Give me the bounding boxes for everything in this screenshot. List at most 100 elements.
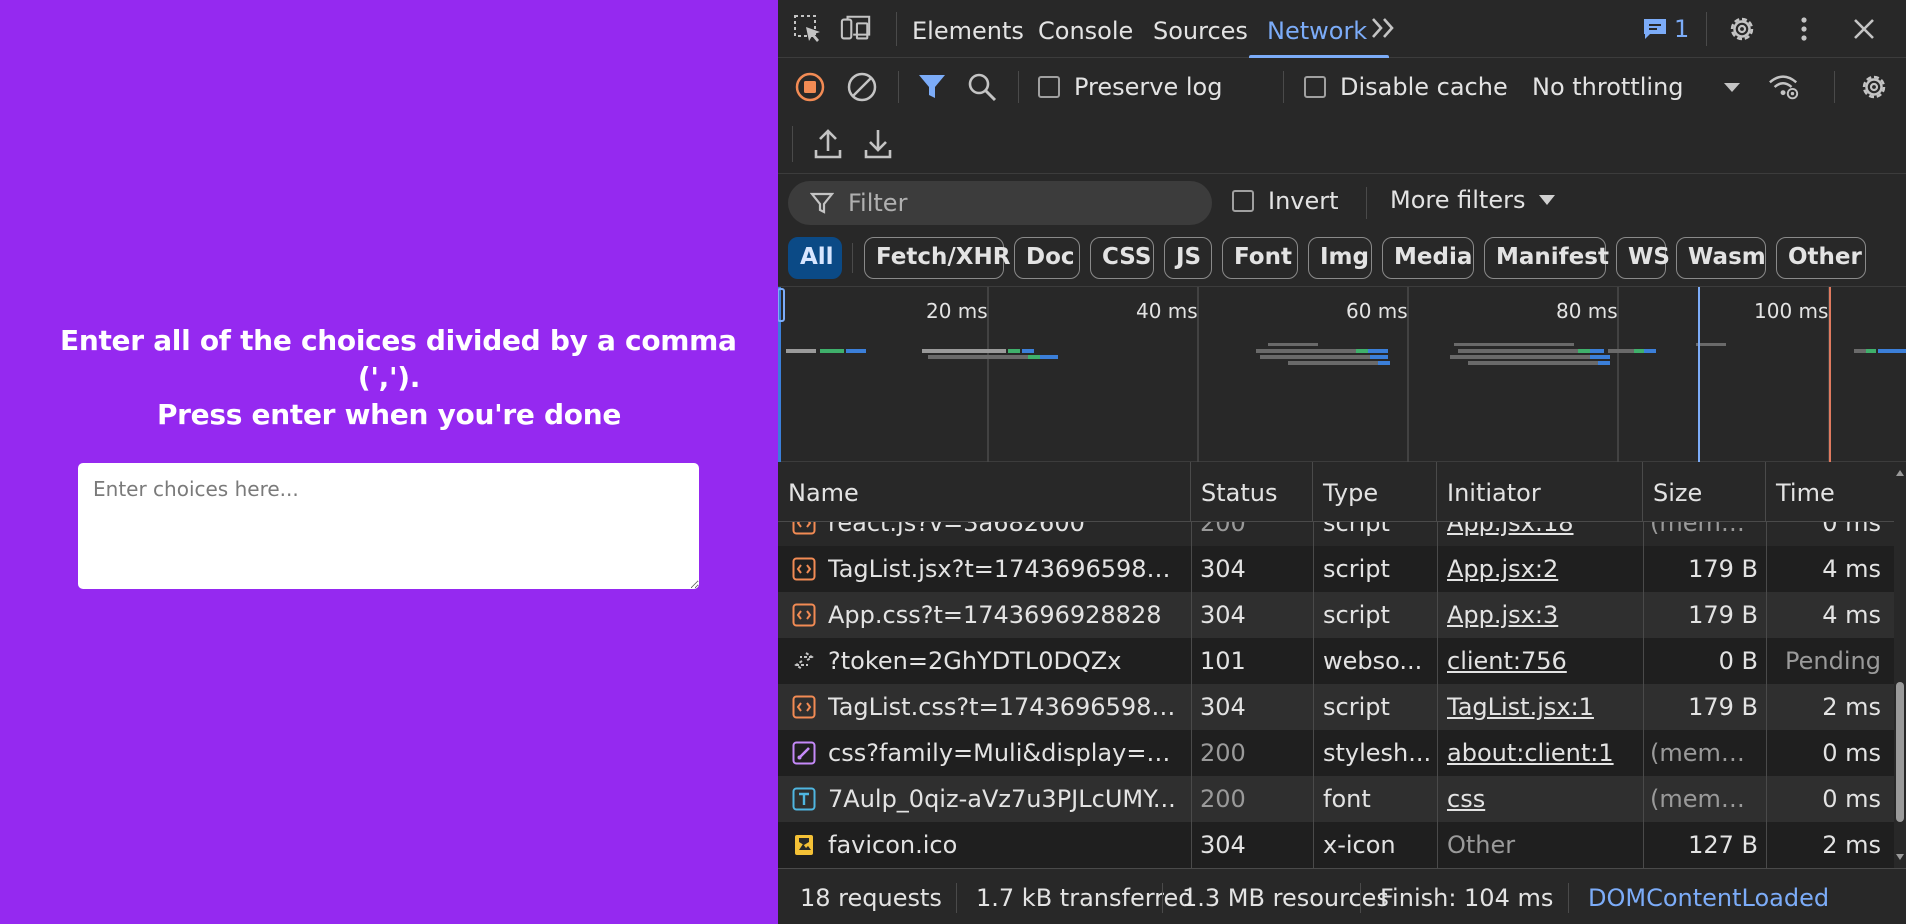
filter-bar: Filter Invert More filters: [778, 175, 1906, 231]
filter-input-funnel-icon: [810, 191, 834, 215]
table-row[interactable]: favicon.ico 304 x-icon Other 127 B 2 ms: [778, 822, 1906, 868]
network-overview-timeline[interactable]: 20 ms 40 ms 60 ms 80 ms 100 ms: [778, 286, 1906, 463]
invert-box[interactable]: [1232, 190, 1254, 212]
chip-ws[interactable]: WS: [1616, 237, 1670, 279]
heading-line-3: Press enter when you're done: [156, 398, 622, 431]
request-time: 0 ms: [1822, 739, 1881, 767]
more-options-kebab-icon[interactable]: [1788, 13, 1820, 45]
request-initiator: Other: [1447, 831, 1516, 859]
table-row[interactable]: TagList.css?t=1743696598658 304 script T…: [778, 684, 1906, 730]
issues-counter[interactable]: 1: [1642, 14, 1689, 44]
clear-log-icon[interactable]: [846, 71, 878, 103]
table-row[interactable]: App.css?t=1743696928828 304 script App.j…: [778, 592, 1906, 638]
network-toolbar-secondary: [778, 116, 1906, 174]
column-header-status[interactable]: Status: [1191, 462, 1313, 522]
request-status: 200: [1200, 785, 1246, 813]
network-summary-bar: 18 requests 1.7 kB transferred 1.3 MB re…: [778, 868, 1906, 924]
scrollbar-thumb[interactable]: [1896, 682, 1904, 822]
chip-other[interactable]: Other: [1776, 237, 1866, 279]
request-size: 127 B: [1688, 831, 1758, 859]
tick-60ms: 60 ms: [1346, 299, 1408, 323]
column-divider[interactable]: [1643, 462, 1644, 868]
app-page: Enter all of the choices divided by a co…: [0, 0, 778, 924]
close-devtools-icon[interactable]: [1848, 13, 1880, 45]
more-filters-dropdown[interactable]: More filters: [1390, 186, 1556, 214]
request-name: favicon.ico: [828, 831, 958, 859]
request-name: TagList.css?t=1743696598658: [828, 693, 1180, 721]
more-filters-caret-icon: [1539, 195, 1556, 205]
issues-count: 1: [1674, 15, 1690, 43]
filter-input[interactable]: Filter: [788, 181, 1212, 225]
request-time: Pending: [1785, 647, 1881, 675]
throttling-dropdown-caret-icon[interactable]: [1724, 83, 1740, 92]
inspect-element-icon[interactable]: [792, 13, 824, 45]
tab-console[interactable]: Console: [1038, 0, 1133, 58]
table-row[interactable]: 7Aulp_0qiz-aVz7u3PJLcUMY... 200 font css…: [778, 776, 1906, 822]
script-icon: [792, 557, 816, 581]
column-divider[interactable]: [1191, 462, 1192, 868]
search-icon[interactable]: [966, 71, 998, 103]
preserve-log-label: Preserve log: [1074, 73, 1223, 101]
settings-gear-icon[interactable]: [1726, 13, 1758, 45]
column-header-name[interactable]: Name: [778, 462, 1191, 522]
network-toolbar: Preserve log Disable cache No throttling: [778, 58, 1906, 116]
request-name: ?token=2GhYDTL0DQZx: [828, 647, 1122, 675]
chip-manifest[interactable]: Manifest: [1484, 237, 1609, 279]
column-header-initiator[interactable]: Initiator: [1437, 462, 1643, 522]
chip-all[interactable]: All: [788, 237, 842, 279]
request-initiator-link[interactable]: App.jsx:3: [1447, 592, 1637, 638]
tab-network[interactable]: Network: [1248, 0, 1390, 58]
request-type: webso...: [1323, 647, 1423, 675]
choices-textarea[interactable]: [78, 463, 699, 589]
font-icon: [792, 787, 816, 811]
table-row[interactable]: ?token=2GhYDTL0DQZx 101 webso... client:…: [778, 638, 1906, 684]
chip-doc[interactable]: Doc: [1014, 237, 1080, 279]
request-name: 7Aulp_0qiz-aVz7u3PJLcUMY...: [828, 785, 1176, 813]
request-type: stylesh...: [1323, 739, 1432, 767]
chip-img[interactable]: Img: [1308, 237, 1372, 279]
export-har-download-icon[interactable]: [862, 126, 894, 162]
chip-wasm[interactable]: Wasm: [1676, 237, 1766, 279]
chip-fetch-xhr[interactable]: Fetch/XHR: [864, 237, 1010, 279]
throttling-select[interactable]: No throttling: [1532, 73, 1684, 101]
request-size: (memo...: [1650, 739, 1758, 767]
chip-css[interactable]: CSS: [1090, 237, 1154, 279]
request-initiator-link[interactable]: about:client:1: [1447, 730, 1637, 776]
websocket-icon: [792, 649, 816, 673]
column-header-type[interactable]: Type: [1313, 462, 1437, 522]
filter-funnel-icon[interactable]: [916, 71, 948, 103]
request-initiator-link[interactable]: App.jsx:2: [1447, 546, 1637, 592]
column-divider[interactable]: [1437, 462, 1438, 868]
preserve-log-box[interactable]: [1038, 76, 1060, 98]
preserve-log-checkbox[interactable]: Preserve log: [1038, 73, 1222, 101]
requests-table: Name Status Type Initiator Size Time rea…: [778, 462, 1906, 868]
request-initiator-link[interactable]: TagList.jsx:1: [1447, 684, 1637, 730]
heading-line-1: Enter all of the choices divided by a co…: [60, 324, 737, 357]
network-conditions-icon[interactable]: [1768, 71, 1800, 103]
disable-cache-box[interactable]: [1304, 76, 1326, 98]
table-row[interactable]: css?family=Muli&display=s... 200 stylesh…: [778, 730, 1906, 776]
request-time: 4 ms: [1822, 601, 1881, 629]
tab-sources[interactable]: Sources: [1153, 0, 1248, 58]
request-initiator-link[interactable]: css: [1447, 776, 1637, 822]
chip-js[interactable]: JS: [1164, 237, 1212, 279]
disable-cache-checkbox[interactable]: Disable cache: [1304, 73, 1508, 101]
request-name: css?family=Muli&display=s...: [828, 739, 1180, 767]
more-tabs-chevron-icon[interactable]: [1368, 12, 1400, 44]
table-row[interactable]: TagList.jsx?t=1743696598658 304 script A…: [778, 546, 1906, 592]
column-divider[interactable]: [1766, 462, 1767, 868]
tab-elements[interactable]: Elements: [912, 0, 1024, 58]
record-stop-icon[interactable]: [794, 71, 826, 103]
request-initiator-link[interactable]: client:756: [1447, 638, 1637, 684]
column-header-size[interactable]: Size: [1643, 462, 1766, 522]
column-divider[interactable]: [1313, 462, 1314, 868]
invert-checkbox[interactable]: Invert: [1232, 187, 1339, 215]
heading-line-2: (',').: [357, 361, 421, 394]
column-header-time[interactable]: Time: [1766, 462, 1894, 522]
network-settings-gear-icon[interactable]: [1858, 71, 1890, 103]
chip-font[interactable]: Font: [1222, 237, 1298, 279]
device-toolbar-icon[interactable]: [840, 13, 872, 45]
import-har-upload-icon[interactable]: [812, 126, 844, 162]
chip-media[interactable]: Media: [1382, 237, 1474, 279]
table-scrollbar[interactable]: [1894, 462, 1906, 868]
